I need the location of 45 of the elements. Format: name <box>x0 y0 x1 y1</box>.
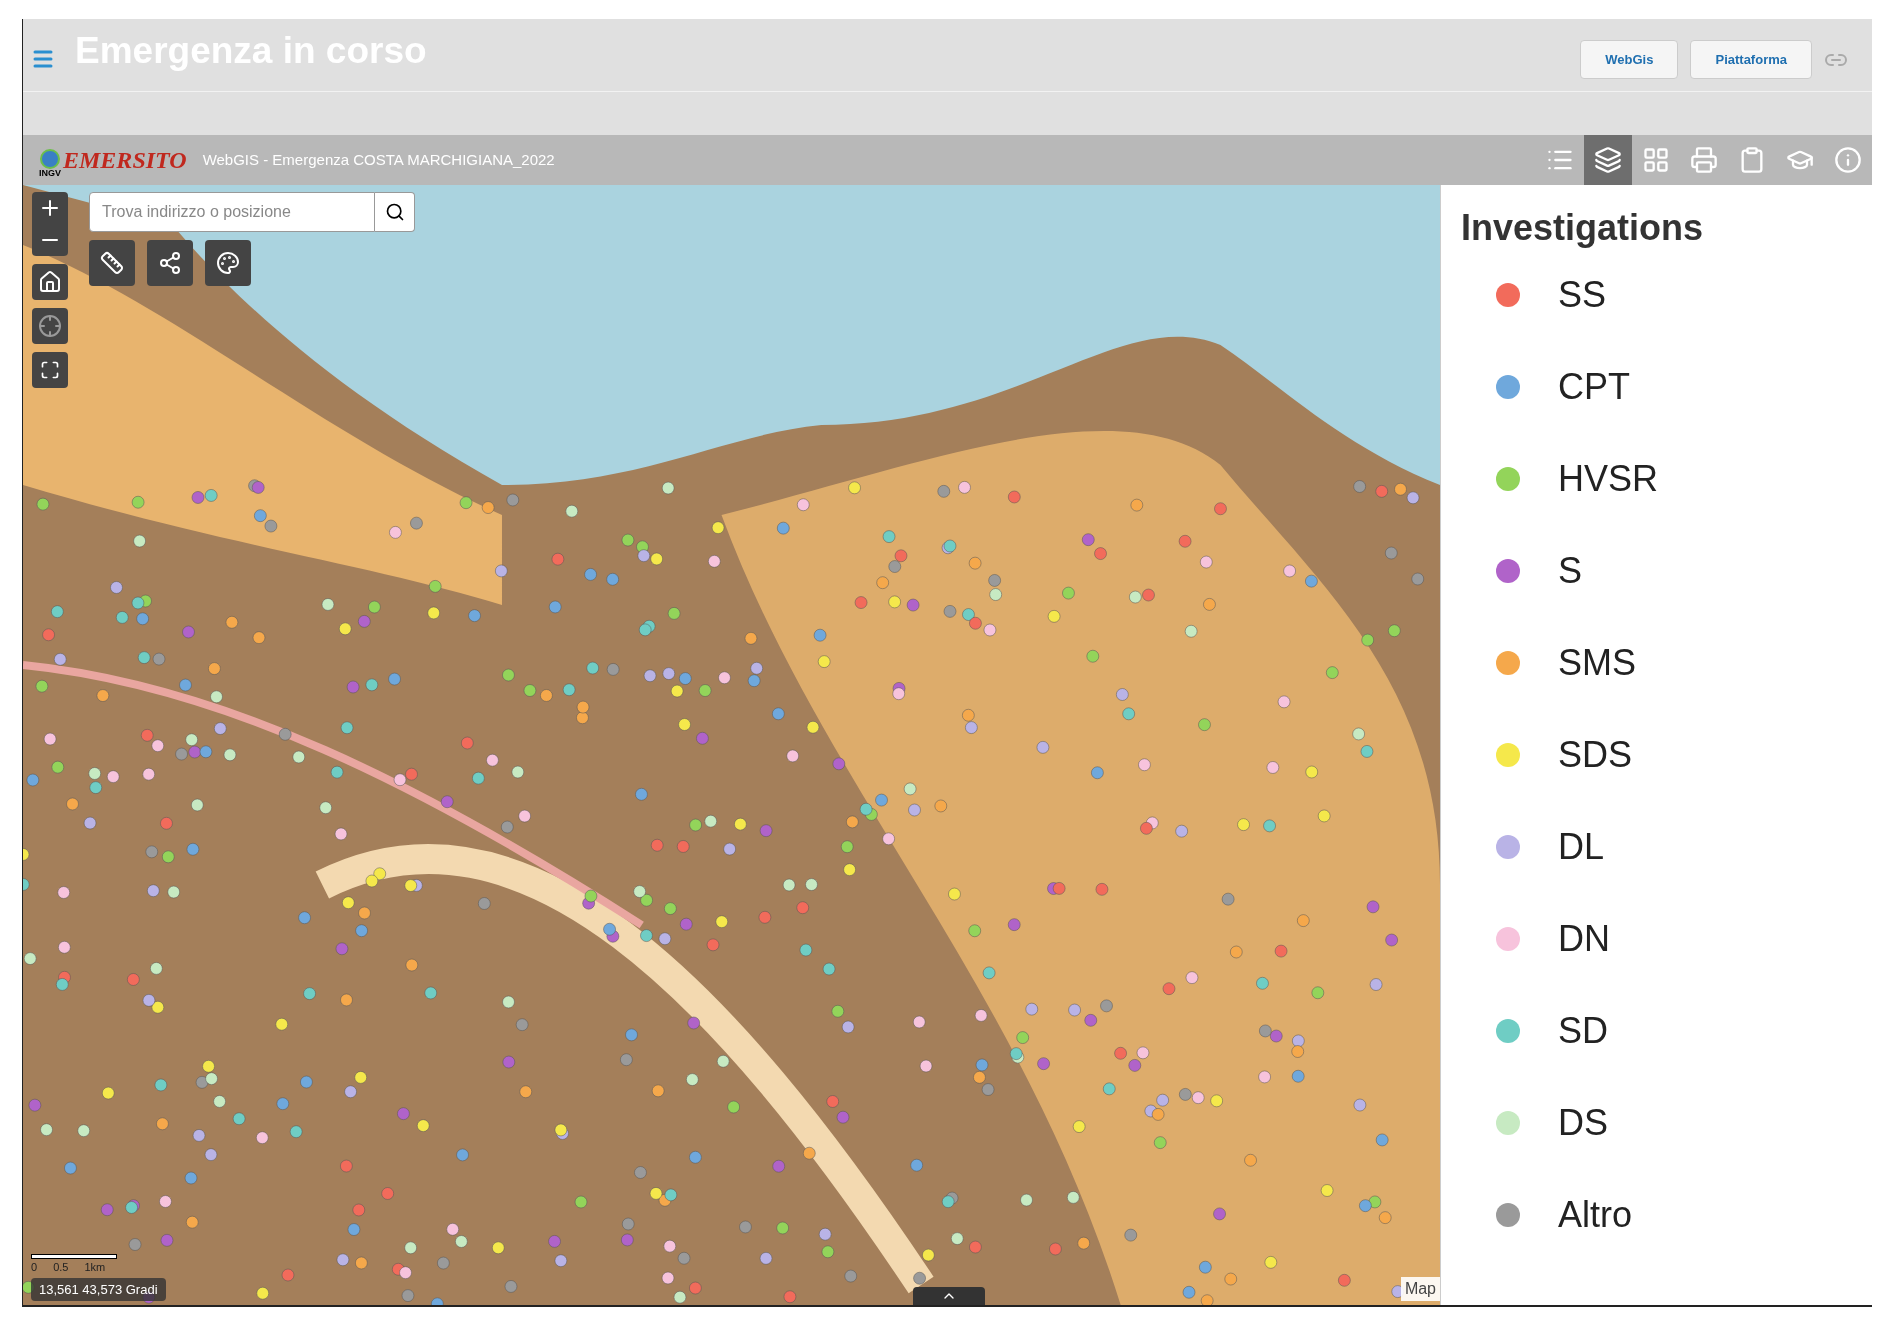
app-title: WebGIS - Emergenza COSTA MARCHIGIANA_2022 <box>202 149 555 170</box>
legend-label: SS <box>1558 277 1607 313</box>
layers-icon <box>1594 146 1622 174</box>
legend-label: CPT <box>1558 369 1630 405</box>
legend-label: DL <box>1558 829 1605 865</box>
map-attribution: Map <box>1400 1277 1440 1301</box>
legend-label: DS <box>1558 1105 1608 1141</box>
fullscreen-button[interactable] <box>32 352 68 388</box>
fullscreen-icon <box>40 360 60 380</box>
printer-icon <box>1690 146 1718 174</box>
legend-label: S <box>1558 553 1582 589</box>
legend-label: HVSR <box>1558 461 1659 497</box>
share-button[interactable] <box>147 240 193 286</box>
globe-icon <box>40 149 60 169</box>
legend-title: Investigations <box>1461 206 1705 250</box>
scale-label: 1km <box>84 1260 106 1275</box>
legend-label: DN <box>1558 921 1610 957</box>
crosshair-icon <box>38 314 62 338</box>
logo-text: EMERSITO <box>63 146 187 175</box>
locate-button[interactable] <box>32 308 68 344</box>
style-button[interactable] <box>205 240 251 286</box>
toolbar-button[interactable] <box>1584 135 1632 185</box>
palette-icon <box>216 251 240 275</box>
ruler-icon <box>100 251 124 275</box>
panel-toggle-button[interactable] <box>913 1287 985 1305</box>
search-field[interactable]: Trova indirizzo o posizione <box>89 192 375 232</box>
search-icon <box>384 202 405 222</box>
home-button[interactable] <box>32 264 68 300</box>
legend-label: Altro <box>1558 1197 1633 1233</box>
coordinates-readout: 13,561 43,573 Gradi <box>31 1277 166 1301</box>
legend-label: SDS <box>1558 737 1633 773</box>
info-icon <box>1834 146 1862 174</box>
nav-button[interactable]: WebGis <box>1580 40 1679 79</box>
scale-label: 0.5 <box>53 1260 69 1275</box>
grid-icon <box>1642 146 1670 174</box>
scale-label: 0 <box>31 1260 38 1275</box>
legend-label: SMS <box>1558 645 1636 681</box>
logo-subtext: INGV <box>39 169 61 178</box>
home-icon <box>38 270 62 294</box>
search-button[interactable] <box>375 192 415 232</box>
measure-button[interactable] <box>89 240 135 286</box>
nodes-icon <box>158 251 182 275</box>
nav-button[interactable]: Piattaforma <box>1690 40 1812 79</box>
legend-label: SD <box>1558 1013 1608 1049</box>
scale-bar-icon <box>31 1254 117 1259</box>
